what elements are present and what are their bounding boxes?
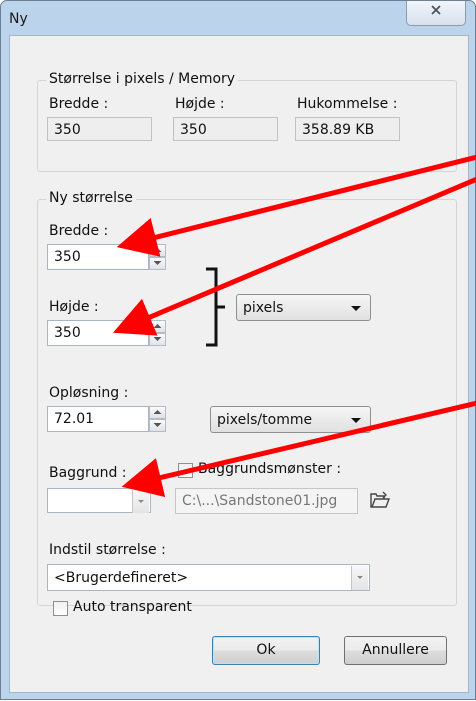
auto-transparent-checkbox[interactable] [53,601,68,616]
size-info-group: Størrelse i pixels / Memory Bredde : 350… [37,71,457,172]
new-height-label: Højde : [49,299,99,315]
arrow-up-icon [153,324,162,328]
resolution-label: Opløsning : [49,385,129,401]
background-dropdown-button[interactable] [132,490,149,513]
width-spin-down[interactable] [149,257,166,270]
pattern-path-input[interactable]: C:\...\Sandstone01.jpg [175,488,358,514]
preset-dropdown-button[interactable] [351,566,368,590]
arrow-down-icon [153,261,162,265]
resolution-spin-up[interactable] [149,406,166,419]
arrow-down-icon [153,423,162,427]
chevron-down-icon [138,500,144,503]
resolution-input[interactable]: 72.01 [47,406,149,432]
cancel-button[interactable]: Annullere [344,636,447,665]
resolution-spinner[interactable] [149,406,166,432]
height-label: Højde : [175,96,225,112]
preset-select[interactable]: <Brugerdefineret> [47,564,370,591]
title-bar: Ny [1,1,475,35]
memory-readonly: 358.89 KB [295,117,400,141]
preset-label: Indstil størrelse : [49,542,166,558]
memory-label: Hukommelse : [297,96,398,112]
chevron-down-icon [357,576,363,579]
close-button[interactable] [406,1,466,26]
background-color-picker[interactable] [47,488,151,513]
chevron-down-icon [351,418,361,423]
width-spinner[interactable] [149,244,166,270]
new-width-label: Bredde : [49,223,109,239]
pattern-checkbox[interactable] [178,463,193,478]
dialog-body: Størrelse i pixels / Memory Bredde : 350… [9,35,469,693]
height-spin-down[interactable] [149,333,166,346]
resolution-unit-value: pixels/tomme [217,412,313,428]
link-bracket-icon [206,267,225,347]
background-label: Baggrund : [49,465,127,481]
window-title: Ny [9,11,28,27]
unit-select[interactable]: pixels [236,294,371,321]
width-readonly: 350 [47,117,152,141]
ok-button[interactable]: Ok [212,636,320,665]
arrow-down-icon [153,337,162,341]
height-spin-up[interactable] [149,320,166,333]
width-spin-up[interactable] [149,244,166,257]
new-size-group: Ny størrelse Bredde : 350 Højde : 350 pi… [37,190,457,606]
preset-select-value: <Brugerdefineret> [54,570,189,586]
width-label: Bredde : [49,96,109,112]
height-spinner[interactable] [149,320,166,346]
chevron-down-icon [351,306,361,311]
arrow-up-icon [153,248,162,252]
open-folder-icon[interactable] [369,490,391,510]
resolution-unit-select[interactable]: pixels/tomme [210,406,371,433]
dialog-window: Ny Størrelse i pixels / Memory Bredde : … [0,0,476,700]
auto-transparent-label: Auto transparent [73,599,192,615]
height-input[interactable]: 350 [47,320,149,346]
pattern-label: Baggrundsmønster : [198,461,342,477]
arrow-up-icon [153,410,162,414]
size-info-legend: Størrelse i pixels / Memory [46,71,239,87]
new-size-legend: Ny størrelse [46,190,136,206]
width-input[interactable]: 350 [47,244,149,270]
height-readonly: 350 [173,117,278,141]
unit-select-value: pixels [243,300,284,316]
resolution-spin-down[interactable] [149,419,166,432]
close-icon [429,5,443,20]
